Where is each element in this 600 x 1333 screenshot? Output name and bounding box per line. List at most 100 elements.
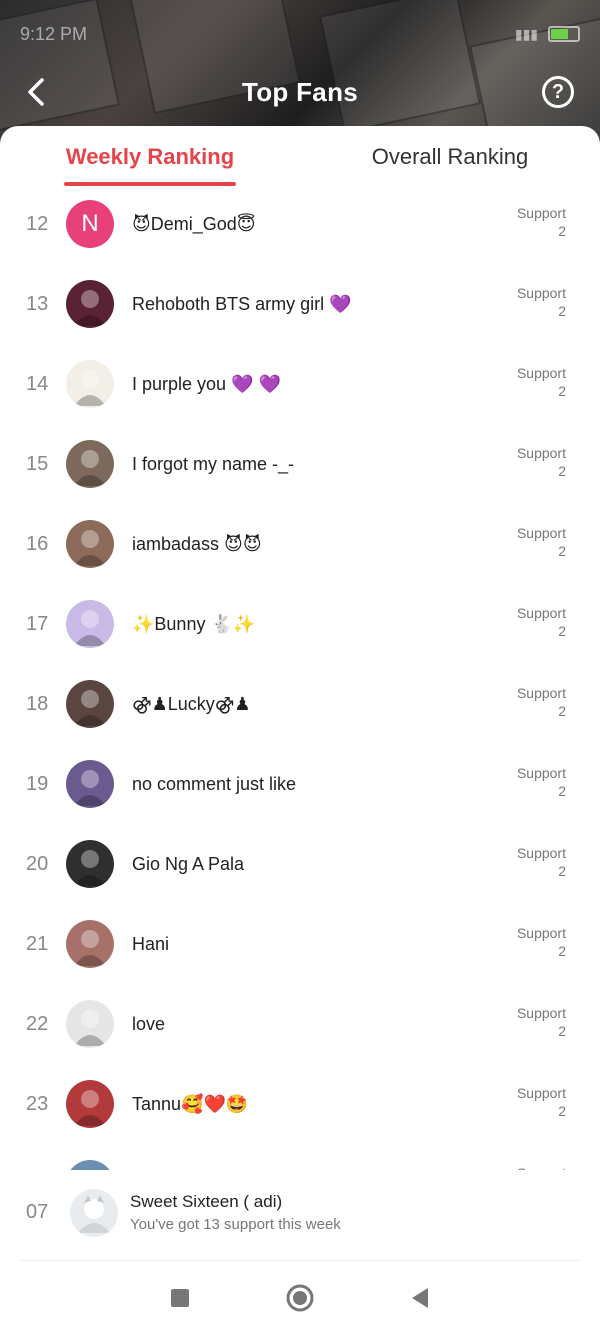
support-value: 2 xyxy=(558,223,566,239)
my-rank-number: 07 xyxy=(26,1201,49,1223)
support-value: 2 xyxy=(558,463,566,479)
support-value: 2 xyxy=(558,303,566,319)
support-count: Support 2 xyxy=(517,924,566,960)
support-label: Support xyxy=(516,205,566,221)
support-count: Support 2 xyxy=(517,1084,566,1120)
support-label: Support xyxy=(516,1085,566,1101)
support-count: Support 2 xyxy=(517,1004,566,1040)
fan-rank: 13 xyxy=(26,292,49,315)
fan-avatar[interactable] xyxy=(66,600,114,648)
support-label: Support xyxy=(516,605,566,621)
avatar-image-icon xyxy=(74,1090,106,1126)
fan-row[interactable]: 18 ⚣♟Lucky⚣♟ Support 2 xyxy=(0,664,600,744)
fan-avatar[interactable] xyxy=(66,1080,114,1128)
fan-row[interactable]: 23 Tannu🥰❤️🤩 Support 2 xyxy=(0,1064,600,1144)
support-value: 2 xyxy=(558,863,566,879)
question-circle-icon: ? xyxy=(551,80,565,103)
fan-row[interactable]: 21 Hani Support 2 xyxy=(0,904,600,984)
support-value: 2 xyxy=(558,703,566,719)
fan-avatar[interactable] xyxy=(66,920,114,968)
divider xyxy=(20,1260,580,1261)
support-count: Support 2 xyxy=(517,764,566,800)
fan-rank: 12 xyxy=(26,212,49,235)
fan-name: I purple you 💜 💜 xyxy=(132,373,281,394)
fan-row[interactable]: 12 N 😈Demi_God😇 Support 2 xyxy=(0,184,600,264)
fan-avatar[interactable] xyxy=(66,760,114,808)
avatar-image-icon xyxy=(74,930,106,966)
fan-row[interactable]: 16 iambadass 😈😈 Support 2 xyxy=(0,504,600,584)
fan-name: no comment just like xyxy=(132,773,297,794)
triangle-back-icon xyxy=(412,1287,428,1308)
fan-avatar[interactable] xyxy=(66,280,114,328)
support-label: Support xyxy=(516,285,566,301)
fan-name: I forgot my name -_- xyxy=(132,453,295,474)
fan-name: 😈Demi_God😇 xyxy=(132,213,256,234)
fan-rank: 14 xyxy=(26,372,49,395)
fan-row[interactable]: 17 ✨Bunny 🐇✨ Support 2 xyxy=(0,584,600,664)
fan-row[interactable]: 15 I forgot my name -_- Support 2 xyxy=(0,424,600,504)
circle-icon xyxy=(286,1284,314,1311)
square-icon xyxy=(171,1288,189,1307)
fan-row[interactable]: 22 love Support 2 xyxy=(0,984,600,1064)
nav-home-button[interactable] xyxy=(282,1280,318,1316)
fan-name: Hani xyxy=(132,933,170,954)
fan-rank: 23 xyxy=(26,1092,49,1115)
fan-avatar[interactable] xyxy=(66,1000,114,1048)
support-value: 2 xyxy=(558,543,566,559)
help-button[interactable]: ? xyxy=(542,76,574,108)
avatar-image-icon xyxy=(74,610,106,646)
support-value: 2 xyxy=(558,383,566,399)
support-label: Support xyxy=(516,445,566,461)
avatar-image-icon xyxy=(78,1194,110,1233)
fan-rank: 17 xyxy=(26,612,49,635)
support-label: Support xyxy=(516,525,566,541)
my-rank-row[interactable]: 07 Sweet Sixteen ( adi) You've got 13 su… xyxy=(0,1170,600,1255)
fan-avatar[interactable] xyxy=(66,520,114,568)
support-label: Support xyxy=(516,685,566,701)
support-label: Support xyxy=(516,765,566,781)
fan-avatar[interactable] xyxy=(66,440,114,488)
fan-rank: 15 xyxy=(26,452,49,475)
chevron-left-icon xyxy=(28,78,44,106)
support-value: 2 xyxy=(558,1023,566,1039)
ranking-sheet: Weekly Ranking Overall Ranking 12 N 😈Demi_… xyxy=(0,126,600,1333)
avatar-image-icon xyxy=(74,850,106,886)
avatar-image-icon xyxy=(74,1010,106,1046)
support-count: Support 2 xyxy=(517,604,566,640)
fan-name: Gio Ng A Pala xyxy=(132,853,245,874)
fan-row[interactable]: 19 no comment just like Support 2 xyxy=(0,744,600,824)
fan-name: ⚣♟Lucky⚣♟ xyxy=(132,693,251,714)
support-count: Support 2 xyxy=(517,364,566,400)
fan-row[interactable]: 20 Gio Ng A Pala Support 2 xyxy=(0,824,600,904)
my-avatar xyxy=(70,1188,118,1237)
avatar-image-icon xyxy=(74,290,106,326)
tab-weekly-ranking[interactable]: Weekly Ranking xyxy=(0,126,300,188)
nav-recent-button[interactable] xyxy=(162,1280,198,1316)
support-count: Support 2 xyxy=(517,444,566,480)
support-label: Support xyxy=(516,365,566,381)
fan-name: love xyxy=(132,1013,166,1034)
support-count: Support 2 xyxy=(517,684,566,720)
avatar-image-icon xyxy=(74,450,106,486)
fan-row[interactable]: 13 Rehoboth BTS army girl 💜 Support 2 xyxy=(0,264,600,344)
fan-avatar[interactable] xyxy=(66,680,114,728)
tab-overall-ranking[interactable]: Overall Ranking xyxy=(300,126,600,188)
nav-back-button[interactable] xyxy=(402,1280,438,1316)
avatar-image-icon xyxy=(74,770,106,806)
fan-rank: 18 xyxy=(26,692,49,715)
signal-icon: ▮▮▮ xyxy=(514,25,538,42)
status-bar: 9:12 PM ▮▮▮ xyxy=(20,22,580,46)
fan-avatar[interactable]: N xyxy=(66,200,114,248)
fan-avatar[interactable] xyxy=(66,840,114,888)
top-bar: Top Fans ? xyxy=(0,66,600,118)
fan-row[interactable]: 14 I purple you 💜 💜 Support 2 xyxy=(0,344,600,424)
fan-avatar[interactable] xyxy=(66,360,114,408)
support-count: Support 2 xyxy=(517,524,566,560)
fan-rank: 21 xyxy=(26,932,49,955)
support-value: 2 xyxy=(558,783,566,799)
system-nav-bar xyxy=(0,1262,600,1333)
fan-list[interactable]: 12 N 😈Demi_God😇 Support 2 13 Rehoboth BTS army… xyxy=(0,184,600,1179)
back-button[interactable] xyxy=(18,74,54,110)
fan-rank: 20 xyxy=(26,852,49,875)
support-label: Support xyxy=(516,1005,566,1021)
